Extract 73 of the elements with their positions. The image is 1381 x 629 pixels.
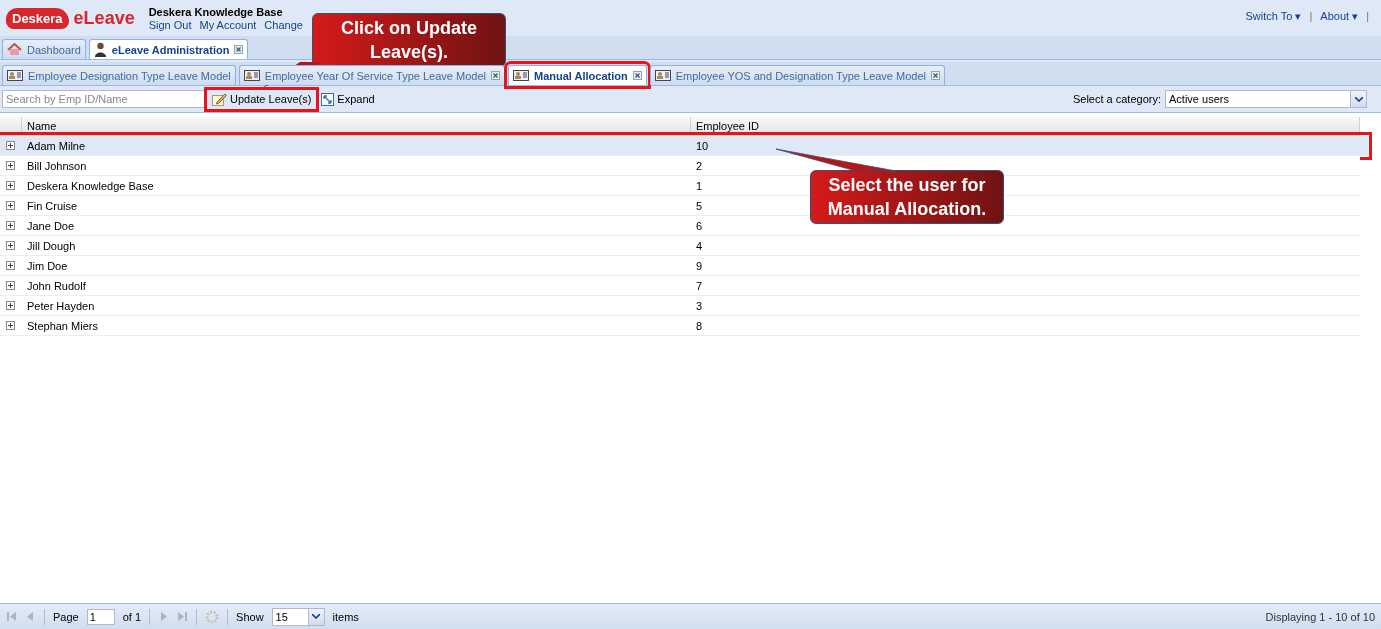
expand-row-icon[interactable] xyxy=(6,241,15,250)
expand-row-icon[interactable] xyxy=(6,301,15,310)
table-cell: 5 xyxy=(696,199,703,212)
menu-separator: | xyxy=(1309,10,1313,22)
expand-row-icon[interactable] xyxy=(6,201,15,210)
expand-row-icon[interactable] xyxy=(6,161,15,170)
close-icon[interactable] xyxy=(931,71,940,80)
id-card-icon xyxy=(654,70,671,81)
table-cell: 10 xyxy=(696,139,709,152)
callout: Select the user for Manual Allocation. xyxy=(810,170,1004,224)
main-tab[interactable]: eLeave Administration xyxy=(88,39,249,59)
id-card-icon xyxy=(512,70,529,81)
page-count: of 1 xyxy=(122,610,142,623)
show-label: Show xyxy=(236,610,264,623)
id-card-icon xyxy=(243,70,260,81)
table-cell: Jim Doe xyxy=(27,259,68,272)
sub-tab[interactable]: Employee YOS and Designation Type Leave Model xyxy=(649,65,945,85)
expand-row-icon[interactable] xyxy=(6,281,15,290)
expand-row-icon[interactable] xyxy=(6,321,15,330)
table-cell: 1 xyxy=(696,179,703,192)
app-name: eLeave xyxy=(73,7,135,29)
table-cell: Fin Cruise xyxy=(27,199,78,212)
expand-row-icon[interactable] xyxy=(6,261,15,270)
category-select[interactable]: Active users xyxy=(1165,90,1367,108)
header-menu[interactable]: About ▾ xyxy=(1320,9,1359,23)
table-cell: 4 xyxy=(696,239,703,252)
id-card-icon xyxy=(7,70,23,81)
expand-icon xyxy=(321,92,335,106)
company-name: Deskera Knowledge Base xyxy=(148,5,284,18)
main-tab[interactable]: Dashboard xyxy=(2,39,86,59)
table-cell: 2 xyxy=(696,159,703,172)
table-cell: 3 xyxy=(696,299,703,312)
header-link[interactable]: Sign Out xyxy=(148,18,192,31)
table-cell: Bill Johnson xyxy=(27,159,87,172)
sub-tab[interactable]: Employee Designation Type Leave Model xyxy=(2,65,236,85)
table-cell: Jill Dough xyxy=(27,239,76,252)
menu-separator: | xyxy=(1366,10,1369,22)
caret-icon xyxy=(312,614,321,619)
pencil-icon xyxy=(212,92,227,106)
header-link[interactable]: Change xyxy=(264,18,303,31)
expand-row-icon[interactable] xyxy=(6,141,15,150)
table-cell: 9 xyxy=(696,259,703,272)
search-field[interactable]: Search by Emp ID/Name xyxy=(2,90,205,108)
sub-tab[interactable]: Employee Year Of Service Type Leave Model xyxy=(238,65,505,85)
header-menu[interactable]: Switch To ▾ xyxy=(1245,9,1302,23)
table-cell: 8 xyxy=(696,319,703,332)
table-cell: Stephan Miers xyxy=(27,319,98,332)
close-icon[interactable] xyxy=(632,71,642,80)
expand-row-icon[interactable] xyxy=(6,221,15,230)
items-label: items xyxy=(332,610,359,623)
callout: Click on Update Leave(s). xyxy=(312,13,506,67)
table-cell: Jane Doe xyxy=(27,219,75,232)
table-cell: Peter Hayden xyxy=(27,299,95,312)
table-cell: John Rudolf xyxy=(27,279,86,292)
caret-icon xyxy=(1354,96,1363,102)
update-button[interactable]: Update Leave(s) xyxy=(209,91,315,107)
page-size-select[interactable]: 15 xyxy=(271,607,325,626)
paging-info: Displaying 1 - 10 of 10 xyxy=(1265,610,1375,623)
expand-button[interactable]: Expand xyxy=(318,91,378,107)
page-label: Page xyxy=(53,610,79,623)
header-link[interactable]: My Account xyxy=(199,18,257,31)
table-cell: 6 xyxy=(696,219,703,232)
house-icon xyxy=(7,43,22,56)
close-icon[interactable] xyxy=(490,71,500,80)
table-cell: Adam Milne xyxy=(27,139,86,152)
expand-row-icon[interactable] xyxy=(6,181,15,190)
category-label: Select a category: xyxy=(1072,93,1161,105)
logo: Deskera xyxy=(6,7,69,29)
close-icon[interactable] xyxy=(234,45,244,54)
page-field[interactable]: 1 xyxy=(86,608,115,625)
table-cell: 7 xyxy=(696,279,703,292)
table-cell: Deskera Knowledge Base xyxy=(27,179,154,192)
person-icon xyxy=(93,42,107,57)
